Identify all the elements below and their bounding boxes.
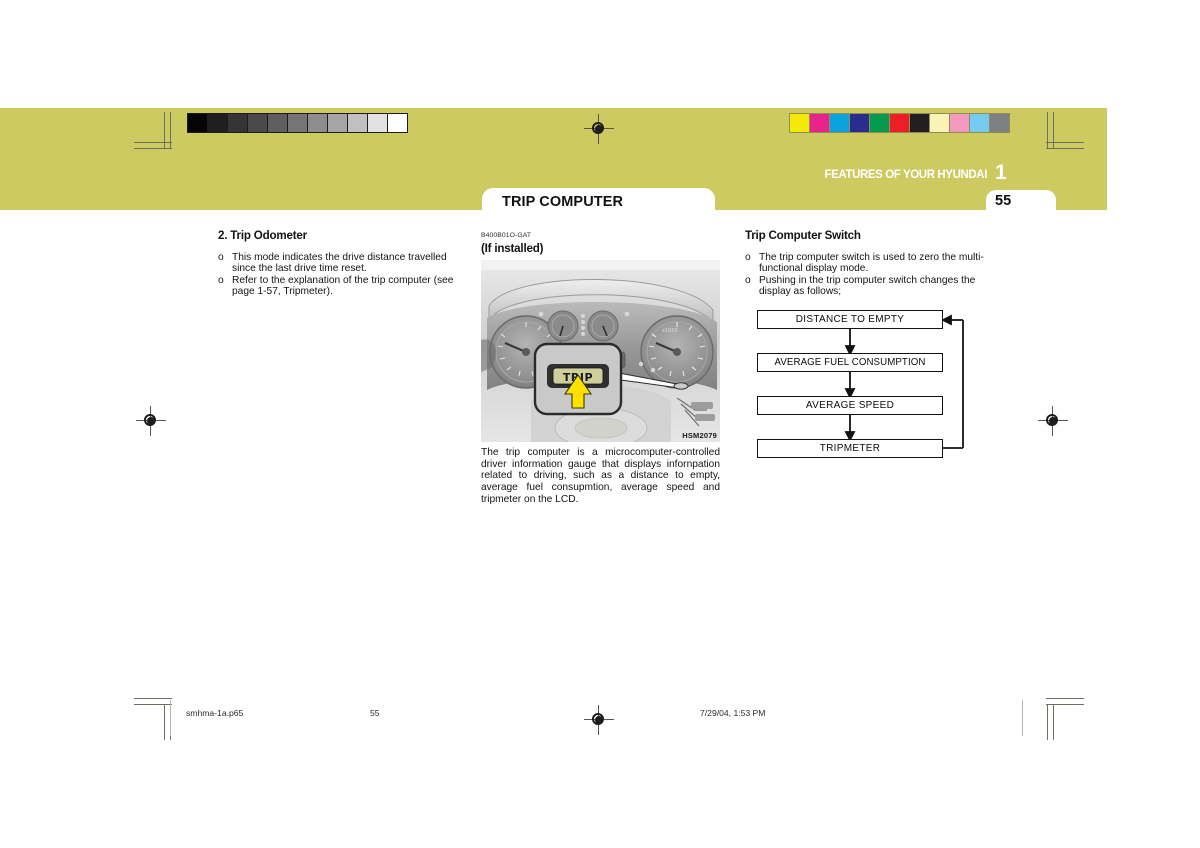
bullet-marker: o: [745, 251, 751, 263]
grayscale-swatch-1: [208, 114, 228, 132]
grayscale-swatch-0: [188, 114, 208, 132]
color-swatch-9: [970, 114, 990, 132]
registration-dot: [595, 716, 603, 724]
color-swatch-8: [950, 114, 970, 132]
list-item-text: The trip computer switch is used to zero…: [759, 251, 984, 275]
registration-target-top: [584, 114, 614, 144]
left-column-bullet-list: o This mode indicates the drive distance…: [218, 252, 461, 298]
list-item: o The trip computer switch is used to ze…: [745, 252, 990, 275]
photo-caption: The trip computer is a microcomputer-con…: [481, 447, 720, 505]
registration-target-right: [1038, 406, 1068, 436]
color-calibration-strip: [789, 113, 1010, 133]
grayscale-calibration-strip: [187, 113, 408, 133]
bullet-marker: o: [218, 251, 224, 263]
color-swatch-7: [930, 114, 950, 132]
svg-text:x1000: x1000: [662, 328, 678, 334]
section-title-tab: TRIP COMPUTER: [482, 188, 715, 218]
trip-computer-flow-diagram: DISTANCE TO EMPTY AVERAGE FUEL CONSUMPTI…: [745, 309, 973, 462]
photo-reference-code: HSM2079: [682, 430, 717, 440]
middle-column: B400B01O-GAT (If installed) x1000 HSM207…: [481, 230, 720, 505]
grayscale-swatch-6: [308, 114, 328, 132]
right-column-heading: Trip Computer Switch: [745, 229, 861, 242]
grayscale-swatch-9: [368, 114, 388, 132]
registration-target-left: [136, 406, 166, 436]
crop-mark-bottom-right: [1036, 694, 1084, 740]
list-item: o Pushing in the trip computer switch ch…: [745, 275, 990, 298]
crop-mark-bottom-left: [134, 694, 182, 740]
footer-divider-right: [1022, 700, 1023, 736]
list-item: o This mode indicates the drive distance…: [218, 252, 461, 275]
instrument-cluster-photo: x1000 HSM2079: [481, 260, 720, 443]
list-item: o Refer to the explanation of the trip c…: [218, 275, 461, 298]
section-title-label: TRIP COMPUTER: [502, 194, 624, 210]
chapter-title: FEATURES OF YOUR HYUNDAI: [824, 169, 988, 181]
registration-dot: [1049, 417, 1057, 425]
document-code: B400B01O-GAT: [481, 232, 532, 239]
footer-page-number: 55: [370, 708, 380, 718]
footer-timestamp: 7/29/04, 1:53 PM: [700, 708, 766, 718]
crop-mark-top-right: [1036, 112, 1084, 156]
left-column: 2. Trip Odometer o This mode indicates t…: [218, 230, 461, 298]
color-swatch-2: [830, 114, 850, 132]
bullet-marker: o: [218, 274, 224, 286]
right-column-bullet-list: o The trip computer switch is used to ze…: [745, 252, 990, 298]
manual-page: FEATURES OF YOUR HYUNDAI 1 TRIP COMPUTER…: [0, 0, 1200, 848]
left-column-heading: 2. Trip Odometer: [218, 229, 307, 242]
color-swatch-0: [790, 114, 810, 132]
grayscale-swatch-7: [328, 114, 348, 132]
color-swatch-10: [990, 114, 1009, 132]
flow-box-average-speed: AVERAGE SPEED: [757, 395, 943, 415]
instrument-cluster-illustration: x1000: [481, 260, 720, 443]
footer-file-name: smhma-1a.p65: [186, 708, 244, 718]
grayscale-swatch-8: [348, 114, 368, 132]
page-number-label: 55: [995, 193, 1012, 209]
list-item-text: Pushing in the trip computer switch chan…: [759, 274, 976, 298]
page-number-tab: 55: [986, 190, 1056, 218]
grayscale-swatch-10: [388, 114, 407, 132]
middle-column-subheading: (If installed): [481, 241, 544, 255]
flow-box-distance-to-empty: DISTANCE TO EMPTY: [757, 309, 943, 329]
color-swatch-1: [810, 114, 830, 132]
list-item-text: Refer to the explanation of the trip com…: [232, 274, 454, 298]
grayscale-swatch-5: [288, 114, 308, 132]
color-swatch-6: [910, 114, 930, 132]
color-swatch-4: [870, 114, 890, 132]
chapter-number: 1: [995, 161, 1007, 184]
registration-target-bottom: [584, 705, 614, 735]
grayscale-swatch-4: [268, 114, 288, 132]
footer-divider-left: [170, 700, 171, 736]
color-swatch-3: [850, 114, 870, 132]
registration-dot: [147, 417, 155, 425]
list-item-text: This mode indicates the drive distance t…: [232, 251, 447, 275]
registration-dot: [595, 125, 603, 133]
grayscale-swatch-3: [248, 114, 268, 132]
right-column: Trip Computer Switch o The trip computer…: [745, 230, 990, 462]
flow-box-tripmeter: TRIPMETER: [757, 438, 943, 458]
bullet-marker: o: [745, 274, 751, 286]
crop-mark-top-left: [134, 112, 182, 156]
grayscale-swatch-2: [228, 114, 248, 132]
flow-box-average-fuel-consumption: AVERAGE FUEL CONSUMPTION: [757, 352, 943, 372]
color-swatch-5: [890, 114, 910, 132]
